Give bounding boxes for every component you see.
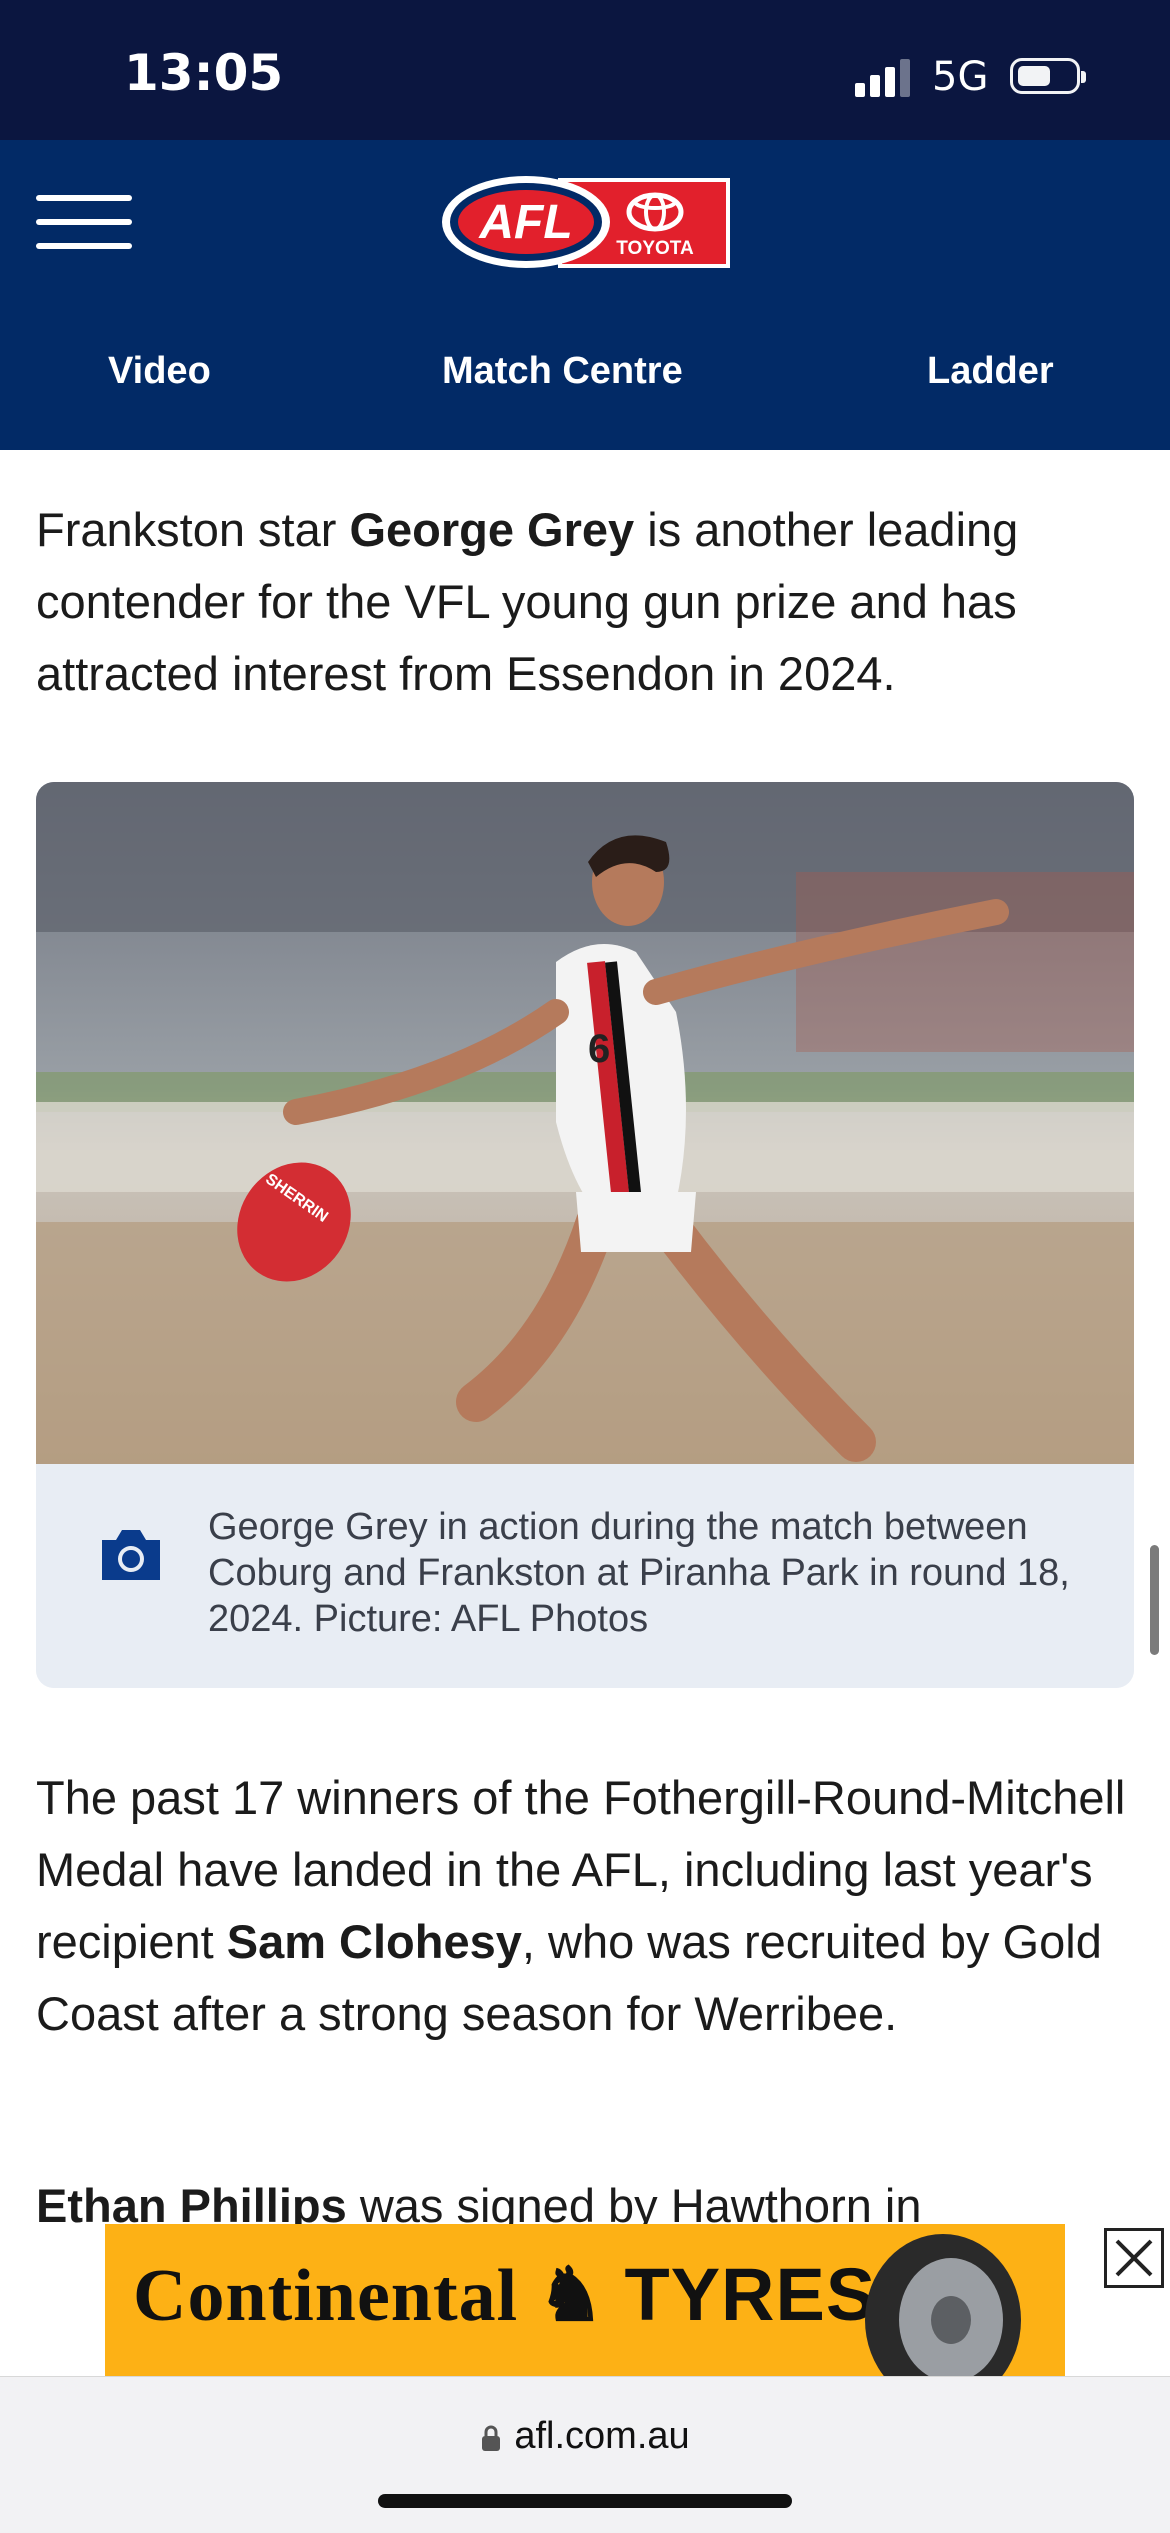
status-bar: 13:05 5G [0, 0, 1170, 140]
ad-close-button[interactable] [1104, 2228, 1164, 2288]
scrollbar[interactable] [1150, 1545, 1159, 1655]
player-name-sam-clohesy: Sam Clohesy [226, 1915, 522, 1968]
photo-caption: George Grey in action during the match b… [208, 1506, 1070, 1640]
ad-area: Continental ♞ TYRES [0, 2224, 1170, 2376]
logo-brand-text: AFL [478, 196, 572, 249]
article-photo[interactable]: 6 SHERRIN [36, 782, 1134, 1464]
ad-text: Continental ♞ TYRES [133, 2252, 876, 2339]
paragraph-text: Frankston star [36, 503, 350, 556]
logo-sponsor-text: TOYOTA [616, 238, 694, 259]
afl-toyota-logo[interactable]: TOYOTA AFL [440, 172, 730, 272]
ad-banner[interactable]: Continental ♞ TYRES [105, 2224, 1065, 2376]
player-name-george-grey: George Grey [349, 503, 635, 556]
tyre-icon [865, 2234, 1021, 2376]
ad-product: TYRES [624, 2253, 877, 2336]
tab-ladder[interactable]: Ladder [927, 350, 1054, 393]
photo-card: 6 SHERRIN George Grey in action during t… [36, 782, 1134, 1688]
status-time: 13:05 [124, 44, 284, 102]
network-label: 5G [932, 54, 989, 100]
browser-address-bar[interactable]: afl.com.au [0, 2376, 1170, 2533]
article-paragraph: Frankston star George Grey is another le… [36, 494, 1136, 710]
battery-icon [1010, 58, 1086, 94]
photo-caption-box: George Grey in action during the match b… [36, 1464, 1134, 1688]
ad-brand: Continental [133, 2255, 519, 2337]
article-paragraph: The past 17 winners of the Fothergill-Ro… [36, 1762, 1136, 2050]
url-row[interactable]: afl.com.au [0, 2415, 1170, 2458]
lock-icon [482, 2425, 501, 2451]
tab-video[interactable]: Video [108, 350, 211, 393]
home-indicator[interactable] [378, 2494, 792, 2508]
app-header: TOYOTA AFL Video Match Centre Ladder [0, 140, 1170, 450]
hamburger-menu-icon[interactable] [36, 195, 132, 251]
close-icon [1115, 2239, 1153, 2277]
jersey-number: 6 [588, 1027, 610, 1071]
signal-icon [855, 57, 915, 97]
tab-match-centre[interactable]: Match Centre [442, 350, 683, 393]
camera-icon [102, 1530, 160, 1580]
url-text: afl.com.au [514, 2415, 690, 2457]
horse-logo-icon: ♞ [537, 2255, 605, 2337]
